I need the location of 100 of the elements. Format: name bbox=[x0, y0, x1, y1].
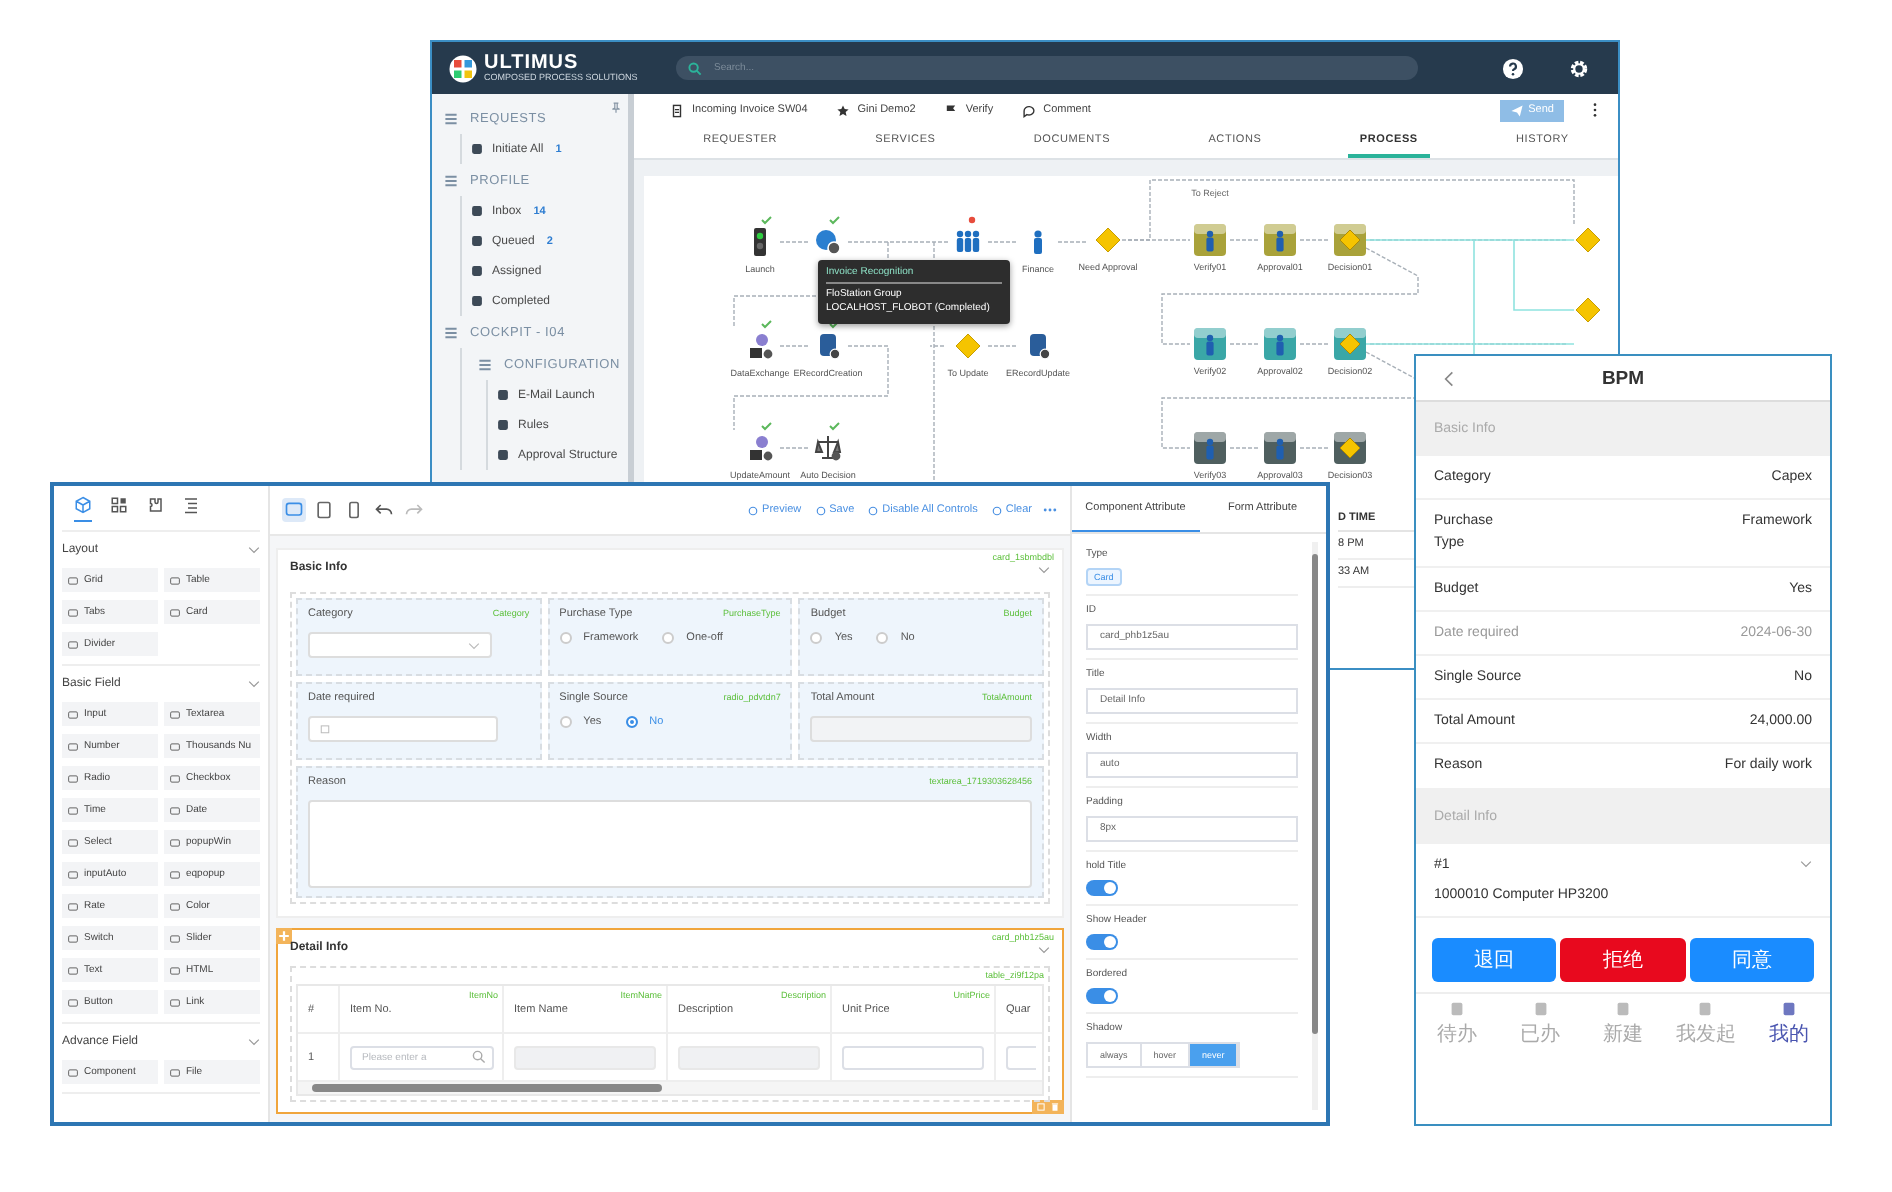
chevron-down-icon[interactable] bbox=[248, 546, 260, 554]
logo-name: ULTIMUS bbox=[484, 53, 579, 74]
rectangle-icon bbox=[68, 741, 78, 751]
person-tile-icon[interactable] bbox=[1264, 224, 1296, 256]
list-icon bbox=[478, 357, 492, 371]
star-icon bbox=[835, 103, 850, 117]
diamond-tile-icon[interactable] bbox=[1334, 328, 1366, 360]
list-icon bbox=[444, 173, 458, 187]
nav-tab[interactable]: 我的 bbox=[1747, 999, 1830, 1047]
connector-line bbox=[987, 345, 1019, 347]
help-icon[interactable] bbox=[1502, 57, 1524, 79]
person-icon[interactable] bbox=[1034, 230, 1042, 254]
date-field[interactable] bbox=[308, 716, 498, 742]
search-icon bbox=[688, 61, 702, 75]
square-icon bbox=[470, 204, 484, 218]
connector-line bbox=[1057, 241, 1089, 243]
cube-icon[interactable] bbox=[74, 495, 92, 521]
horizontal-scrollbar[interactable] bbox=[298, 1082, 1042, 1094]
tablet-icon[interactable] bbox=[312, 498, 336, 522]
radio-button[interactable] bbox=[810, 632, 823, 644]
server-icon[interactable] bbox=[750, 320, 773, 359]
square-icon bbox=[470, 294, 484, 308]
rectangle-icon bbox=[68, 1067, 78, 1077]
diamond-icon[interactable] bbox=[955, 333, 981, 359]
drag-handle-icon[interactable] bbox=[276, 928, 292, 944]
radio-button[interactable] bbox=[559, 716, 572, 728]
rectangle-icon bbox=[170, 837, 180, 847]
server-icon[interactable] bbox=[750, 422, 773, 461]
toggle-switch[interactable] bbox=[1086, 934, 1118, 950]
rectangle-icon bbox=[170, 901, 180, 911]
comment-icon bbox=[1021, 103, 1036, 117]
cog-icon[interactable] bbox=[816, 216, 841, 255]
calendar-icon bbox=[320, 724, 330, 734]
square-icon bbox=[470, 142, 484, 156]
rectangle-icon bbox=[170, 933, 180, 943]
document-icon bbox=[1531, 999, 1550, 1017]
rectangle-icon bbox=[170, 1067, 180, 1077]
back-icon[interactable] bbox=[1444, 369, 1454, 387]
rectangle-icon bbox=[68, 607, 78, 617]
person-tile-icon[interactable] bbox=[1194, 328, 1226, 360]
search-icon bbox=[472, 1050, 486, 1064]
rectangle-icon bbox=[68, 965, 78, 975]
list-icon bbox=[444, 111, 458, 125]
radio-button[interactable] bbox=[625, 716, 638, 728]
toggle-switch[interactable] bbox=[1086, 988, 1118, 1004]
chevron-down-icon[interactable] bbox=[248, 1038, 260, 1046]
traffic-light-icon[interactable] bbox=[754, 216, 772, 256]
radio-button[interactable] bbox=[662, 632, 675, 644]
rectangle-icon bbox=[68, 575, 78, 585]
chevron-down-icon[interactable] bbox=[1800, 860, 1812, 868]
monitor-icon[interactable] bbox=[282, 498, 306, 522]
person-tile-icon[interactable] bbox=[1194, 432, 1226, 464]
square-icon bbox=[496, 448, 510, 462]
list-icon bbox=[444, 325, 458, 339]
chevron-down-icon[interactable] bbox=[1038, 946, 1050, 954]
diamond-icon[interactable] bbox=[1575, 297, 1601, 323]
select-field[interactable] bbox=[308, 632, 492, 658]
circle-icon bbox=[748, 505, 759, 515]
rectangle-icon bbox=[170, 773, 180, 783]
rectangle-icon bbox=[170, 709, 180, 719]
diamond-tile-icon[interactable] bbox=[1334, 432, 1366, 464]
database-icon[interactable] bbox=[1030, 334, 1051, 360]
radio-button[interactable] bbox=[876, 632, 889, 644]
rectangle-icon bbox=[68, 773, 78, 783]
diamond-icon[interactable] bbox=[1575, 227, 1601, 253]
rectangle-icon bbox=[68, 639, 78, 649]
settings-icon[interactable] bbox=[1568, 57, 1590, 79]
pin-icon[interactable] bbox=[610, 102, 622, 114]
more-icon[interactable] bbox=[1592, 102, 1598, 118]
rectangle-icon bbox=[68, 869, 78, 879]
connector-line bbox=[987, 241, 1019, 243]
diamond-tile-icon[interactable] bbox=[1334, 224, 1366, 256]
person-tile-icon[interactable] bbox=[1194, 224, 1226, 256]
chevron-down-icon[interactable] bbox=[1038, 566, 1050, 574]
delete-icon[interactable] bbox=[1050, 1102, 1060, 1112]
rectangle-icon bbox=[68, 709, 78, 719]
person-tile-icon[interactable] bbox=[1264, 328, 1296, 360]
vertical-scrollbar[interactable] bbox=[1312, 542, 1318, 1110]
circle-icon bbox=[868, 505, 879, 515]
rectangle-icon bbox=[68, 901, 78, 911]
diamond-icon[interactable] bbox=[1095, 227, 1121, 253]
cube-logo-icon bbox=[448, 53, 478, 83]
document-icon bbox=[670, 103, 684, 117]
radio-button[interactable] bbox=[559, 632, 572, 644]
toggle-switch[interactable] bbox=[1086, 880, 1118, 896]
people-icon[interactable] bbox=[956, 216, 980, 252]
rectangle-icon bbox=[68, 997, 78, 1007]
input-field[interactable] bbox=[842, 1045, 984, 1069]
square-icon bbox=[470, 264, 484, 278]
square-icon bbox=[470, 234, 484, 248]
action-button[interactable]: 拒绝 bbox=[1560, 937, 1686, 981]
rectangle-icon bbox=[170, 607, 180, 617]
chevron-down-icon[interactable] bbox=[248, 680, 260, 688]
person-tile-icon[interactable] bbox=[1264, 432, 1296, 464]
paper-plane-icon bbox=[1510, 103, 1525, 117]
circle-icon bbox=[815, 505, 826, 515]
scales-icon[interactable] bbox=[815, 422, 841, 461]
document-icon bbox=[1696, 999, 1715, 1017]
square-icon bbox=[496, 418, 510, 432]
rectangle-icon bbox=[68, 805, 78, 815]
